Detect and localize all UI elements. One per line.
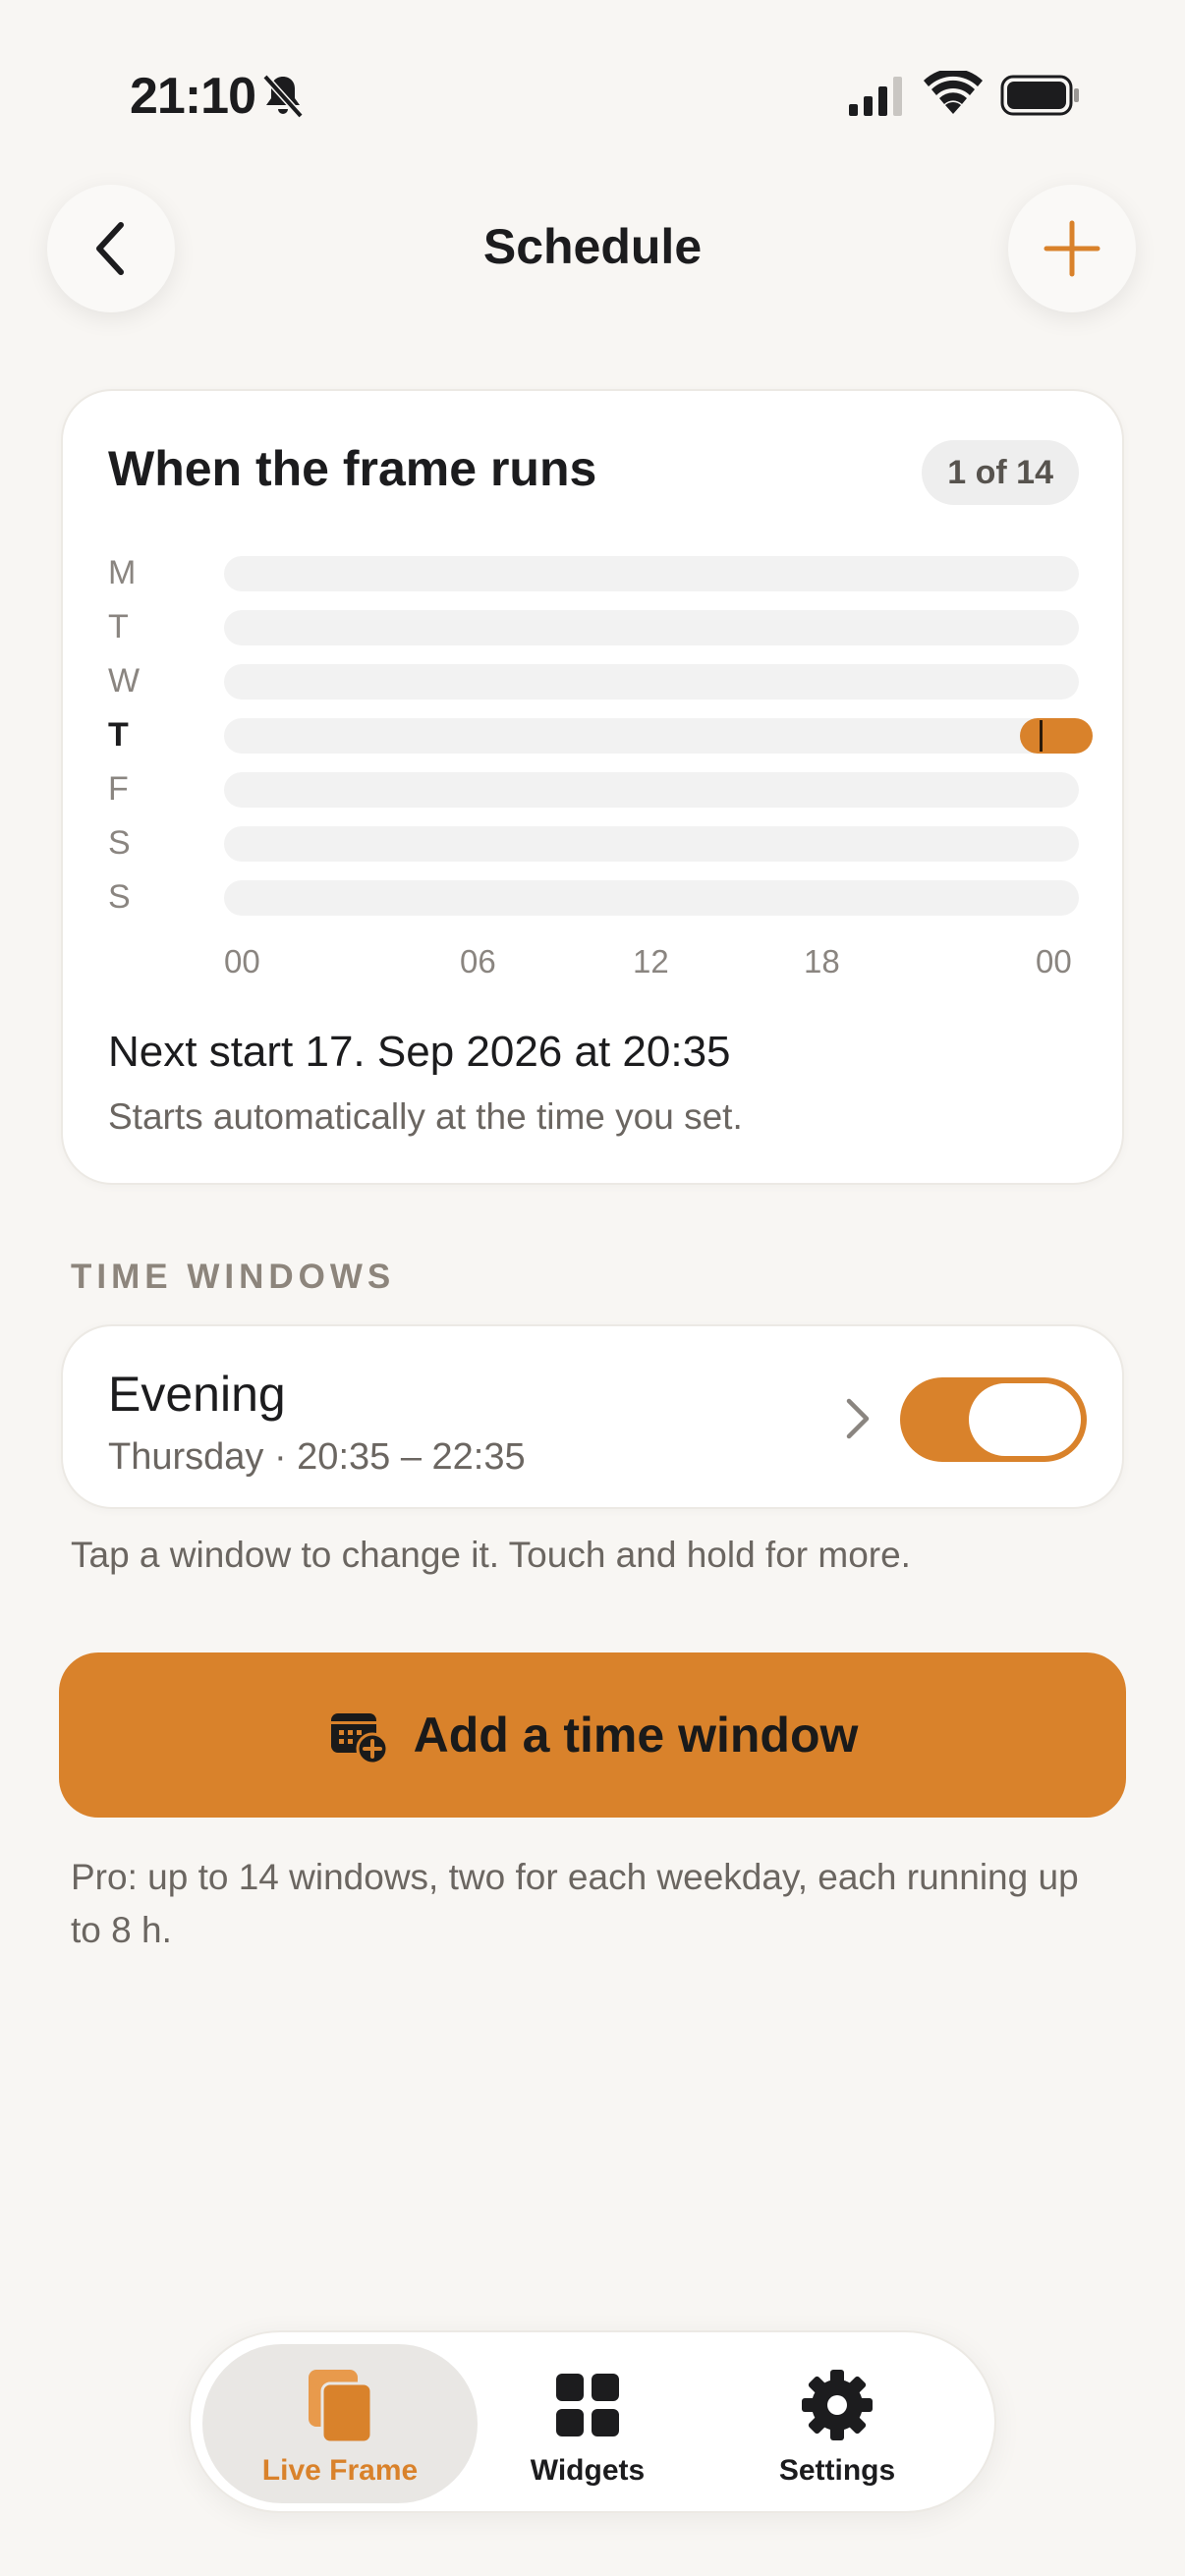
toggle-knob: [969, 1383, 1081, 1456]
time-window-row[interactable]: Evening Thursday · 20:35 – 22:35: [61, 1324, 1124, 1509]
time-windows-hint: Tap a window to change it. Touch and hol…: [71, 1535, 911, 1575]
tab-bar: Live Frame Widgets Settings: [189, 2330, 996, 2513]
day-timeline-tuesday: [224, 610, 1079, 645]
hour-label: 00: [1036, 943, 1072, 980]
bell-muted-icon: [262, 74, 304, 119]
live-frame-icon: [309, 2370, 373, 2444]
wifi-icon: [924, 71, 983, 114]
time-window-toggle[interactable]: [900, 1377, 1087, 1462]
window-count-badge: 1 of 14: [922, 440, 1079, 505]
day-timeline-saturday: [224, 826, 1079, 862]
current-time-marker: [1040, 720, 1043, 752]
hour-label: 00: [224, 943, 260, 980]
tab-widgets[interactable]: Widgets: [450, 2344, 725, 2503]
gear-icon: [802, 2370, 873, 2440]
status-time: 21:10: [130, 68, 256, 125]
next-start-text: Next start 17. Sep 2026 at 20:35: [108, 1028, 731, 1076]
add-time-window-button[interactable]: Add a time window: [59, 1652, 1126, 1818]
tab-settings[interactable]: Settings: [700, 2344, 975, 2503]
pro-limits-note: Pro: up to 14 windows, two for each week…: [71, 1857, 1079, 1950]
schedule-card: When the frame runs 1 of 14 M T W T F S …: [61, 389, 1124, 1185]
tab-live-frame[interactable]: Live Frame: [202, 2344, 478, 2503]
hour-label: 18: [804, 943, 840, 980]
tab-label: Live Frame: [261, 2454, 419, 2487]
day-timeline-monday: [224, 556, 1079, 591]
status-bar: 21:10: [0, 0, 1185, 187]
active-window-segment: [1020, 718, 1093, 754]
battery-icon: [1000, 75, 1079, 116]
widgets-grid-icon: [556, 2374, 619, 2436]
day-label-thursday: T: [108, 716, 129, 754]
tab-label: Settings: [778, 2454, 896, 2487]
chevron-right-icon: [846, 1398, 870, 1439]
day-timeline-wednesday: [224, 664, 1079, 700]
day-label-friday: F: [108, 770, 129, 808]
day-label-wednesday: W: [108, 662, 141, 700]
day-timeline-thursday: [224, 718, 1093, 754]
day-label-sunday: S: [108, 878, 131, 916]
next-start-subtitle: Starts automatically at the time you set…: [108, 1096, 743, 1137]
day-label-tuesday: T: [108, 608, 129, 645]
calendar-add-icon: [330, 1713, 389, 1765]
day-label-saturday: S: [108, 824, 131, 862]
card-title: When the frame runs: [108, 441, 597, 496]
cellular-signal-icon: [849, 77, 902, 116]
add-button[interactable]: [1008, 185, 1136, 312]
day-timeline-sunday: [224, 880, 1079, 916]
plus-icon: [1044, 220, 1100, 277]
section-header-time-windows: TIME WINDOWS: [71, 1258, 396, 1296]
add-time-window-label: Add a time window: [413, 1708, 859, 1763]
time-window-name: Evening: [108, 1367, 286, 1422]
hour-label: 06: [460, 943, 496, 980]
day-timeline-friday: [224, 772, 1079, 808]
day-label-monday: M: [108, 554, 137, 591]
hour-label: 12: [633, 943, 669, 980]
tab-label: Widgets: [530, 2454, 646, 2487]
time-window-detail: Thursday · 20:35 – 22:35: [108, 1436, 526, 1478]
